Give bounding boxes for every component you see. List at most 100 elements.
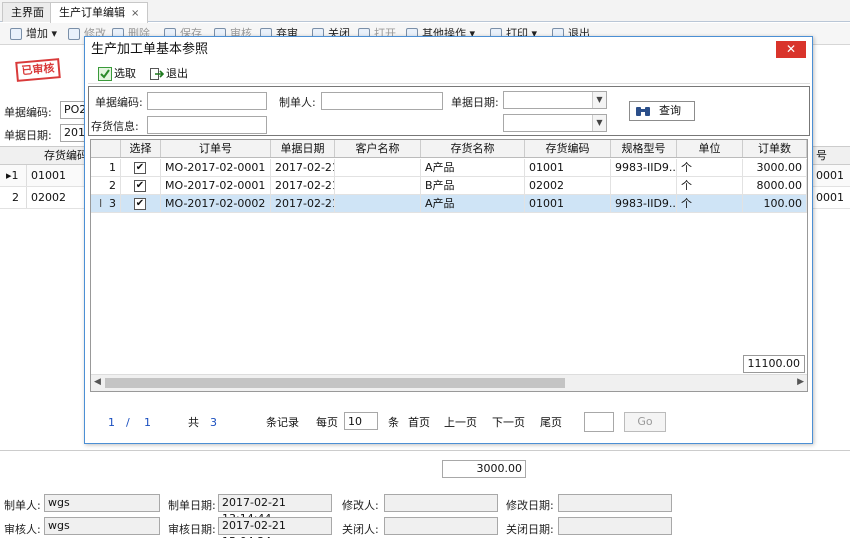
select-cell[interactable]: ✔ <box>121 159 161 176</box>
row-cursor-icon: I <box>99 197 103 210</box>
per-page-input[interactable]: 10 <box>344 412 378 430</box>
order-no-cell: MO-2017-02-0001 <box>161 177 271 194</box>
exit-dialog-button[interactable]: 退出 <box>150 66 188 82</box>
scroll-left-icon[interactable]: ◀ <box>94 377 101 387</box>
table-row[interactable]: 2 ✔ MO-2017-02-0001 2017-02-21 B产品 02002… <box>91 177 807 195</box>
inv-code-cell[interactable]: 02002 <box>26 187 86 208</box>
search-inv-info-input[interactable] <box>147 116 267 134</box>
go-button[interactable]: Go <box>624 412 666 432</box>
page-separator: / <box>126 416 130 429</box>
table-row[interactable]: 1 ✔ MO-2017-02-0001 2017-02-21 A产品 01001… <box>91 159 807 177</box>
tab-main[interactable]: 主界面 <box>2 2 53 22</box>
checkmark-icon <box>98 67 112 81</box>
first-page-link[interactable]: 首页 <box>408 414 430 432</box>
last-page-link[interactable]: 尾页 <box>540 414 562 432</box>
add-icon <box>10 28 22 40</box>
close-date-label: 关闭日期: <box>506 523 554 536</box>
auditor-label: 审核人: <box>4 523 41 536</box>
doc-date-cell: 2017-02-21 <box>271 159 335 176</box>
search-panel: 单据编码: 制单人: 单据日期: ▼ ▼ 存货信息: 查询 <box>88 86 810 136</box>
col-order-no[interactable]: 订单号 <box>161 140 271 157</box>
close-icon[interactable]: ✕ <box>776 41 806 58</box>
audited-stamp: 已审核 <box>15 58 61 82</box>
spec-cell <box>611 177 677 194</box>
select-checkbox[interactable]: ✔ <box>134 162 146 174</box>
records-label: 条记录 <box>266 416 299 429</box>
customer-cell <box>335 195 421 212</box>
col-inv-name[interactable]: 存货名称 <box>421 140 525 157</box>
reference-dialog: 生产加工单基本参照 ✕ 选取 退出 单据编码: 制单人: 单据日期: ▼ ▼ 存… <box>84 36 813 444</box>
spec-cell: 9983-IID9... <box>611 159 677 176</box>
select-checkbox[interactable]: ✔ <box>134 198 146 210</box>
button-label: 增加 <box>26 27 48 40</box>
col-unit[interactable]: 单位 <box>677 140 743 157</box>
spec-cell: 9983-IID9... <box>611 195 677 212</box>
order-no-cell: MO-2017-02-0002 <box>161 195 271 212</box>
audit-date-label: 审核日期: <box>168 523 216 536</box>
col-spec[interactable]: 规格型号 <box>611 140 677 157</box>
col-qty[interactable]: 订单数 <box>743 140 807 157</box>
scrollbar-thumb[interactable] <box>105 378 565 388</box>
inv-code-cell: 02002 <box>525 177 611 194</box>
col-index <box>91 140 121 157</box>
col-inv-code: 存货编码 <box>44 149 88 162</box>
closer-label: 关闭人: <box>342 523 379 536</box>
search-inv-info-label: 存货信息: <box>91 120 139 133</box>
inv-code-cell[interactable]: 01001 <box>26 165 86 186</box>
search-date-from-select[interactable]: ▼ <box>503 91 607 109</box>
col-select[interactable]: 选择 <box>121 140 161 157</box>
order-no-cell[interactable]: 0001 <box>812 187 850 208</box>
search-date-to-select[interactable]: ▼ <box>503 114 607 132</box>
total-label: 共 <box>188 416 199 429</box>
exit-icon <box>150 68 164 80</box>
order-no-cell[interactable]: 0001 <box>812 165 850 186</box>
col-doc-date[interactable]: 单据日期 <box>271 140 335 157</box>
select-button[interactable]: 选取 <box>98 66 136 82</box>
modifier-label: 修改人: <box>342 499 379 512</box>
col-inv-code[interactable]: 存货编码 <box>525 140 611 157</box>
per-page-unit: 条 <box>388 416 399 429</box>
row-index: ▸1 <box>2 165 26 186</box>
prev-page-link[interactable]: 上一页 <box>444 414 477 432</box>
doc-date-cell: 2017-02-21 <box>271 195 335 212</box>
audit-date-field: 2017-02-21 15:04:24 <box>218 517 332 538</box>
total-qty-field: 3000.00 <box>442 460 526 478</box>
search-maker-input[interactable] <box>321 92 443 110</box>
search-doc-no-input[interactable] <box>147 92 267 110</box>
order-no-cell: MO-2017-02-0001 <box>161 159 271 176</box>
button-label: 查询 <box>659 104 681 117</box>
binoculars-icon <box>636 107 650 116</box>
next-page-link[interactable]: 下一页 <box>492 414 525 432</box>
dialog-toolbar: 选取 退出 <box>88 64 810 84</box>
scroll-right-icon[interactable]: ▶ <box>797 377 804 387</box>
select-cell[interactable]: ✔ <box>121 195 161 212</box>
tab-production-order-edit[interactable]: 生产订单编辑 × <box>50 2 149 23</box>
maker-field: wgs <box>44 494 160 512</box>
tab-label: 生产订单编辑 <box>59 6 125 19</box>
close-icon[interactable]: × <box>131 8 139 19</box>
inv-name-cell: B产品 <box>421 177 525 194</box>
per-page-label: 每页 <box>316 416 338 429</box>
goto-page-input[interactable] <box>584 412 614 432</box>
col-order-no: 号 <box>816 149 827 162</box>
select-cell[interactable]: ✔ <box>121 177 161 194</box>
chevron-down-icon: ▼ <box>592 92 606 108</box>
query-button[interactable]: 查询 <box>629 101 695 121</box>
divider <box>0 450 850 451</box>
doc-no-label: 单据编码: <box>4 106 52 119</box>
row-index: 2 <box>12 191 19 204</box>
total-records: 3 <box>210 416 217 429</box>
inv-code-cell: 01001 <box>525 159 611 176</box>
modify-date-label: 修改日期: <box>506 499 554 512</box>
row-index: I3 <box>91 195 121 212</box>
pagination: 1 / 1 共 3 条记录 每页 10 条 首页 上一页 下一页 尾页 Go <box>90 409 808 433</box>
tab-bar: 主界面 生产订单编辑 × <box>0 0 850 23</box>
select-checkbox[interactable]: ✔ <box>134 180 146 192</box>
edit-icon <box>68 28 80 40</box>
doc-date-label: 单据日期: <box>4 129 52 142</box>
table-row[interactable]: I3 ✔ MO-2017-02-0002 2017-02-21 A产品 0100… <box>91 195 807 213</box>
add-button[interactable]: 增加 ▾ <box>10 26 57 42</box>
horizontal-scrollbar[interactable]: ◀ ▶ <box>91 374 807 391</box>
col-customer[interactable]: 客户名称 <box>335 140 421 157</box>
search-maker-label: 制单人: <box>279 96 316 109</box>
